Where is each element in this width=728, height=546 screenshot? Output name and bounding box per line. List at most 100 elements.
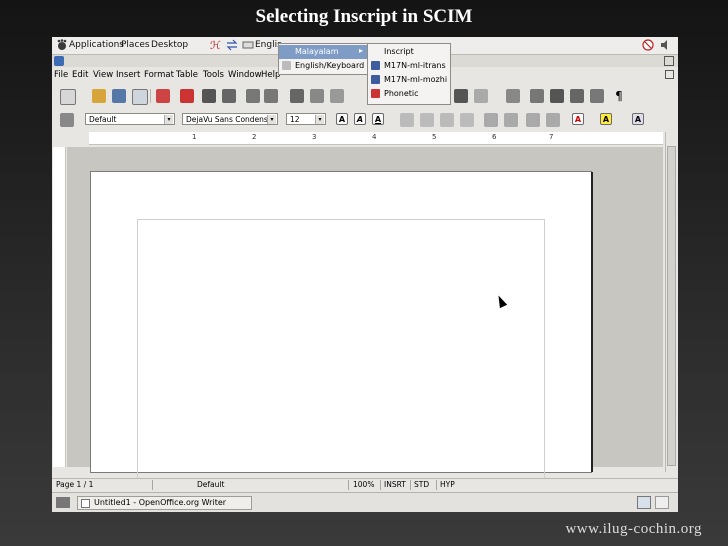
menu-insert[interactable]: Insert xyxy=(116,70,140,80)
document-page[interactable] xyxy=(91,172,591,480)
menu-file[interactable]: File xyxy=(54,70,68,80)
ruler-mark: 3 xyxy=(312,133,317,141)
standard-toolbar: ¶ xyxy=(52,85,678,107)
desktop-menu[interactable]: Desktop xyxy=(151,40,188,50)
copy-icon[interactable] xyxy=(310,89,324,103)
menu-format[interactable]: Format xyxy=(144,70,174,80)
taskbar-window-button[interactable]: Untitled1 - OpenOffice.org Writer xyxy=(77,496,252,510)
text-boundary xyxy=(137,219,545,480)
close-document-icon[interactable] xyxy=(665,70,674,79)
ruler-mark: 4 xyxy=(372,133,377,141)
autospellcheck-icon[interactable] xyxy=(264,89,278,103)
decrease-indent-icon[interactable] xyxy=(526,113,540,127)
insert-mode[interactable]: INSRT xyxy=(384,480,406,489)
spellcheck-icon[interactable] xyxy=(246,89,260,103)
network-icon[interactable] xyxy=(642,39,654,51)
show-desktop-icon[interactable] xyxy=(56,497,70,508)
print-preview-icon[interactable] xyxy=(222,89,236,103)
menu-item-inscript[interactable]: Inscript xyxy=(368,45,450,59)
new-document-icon[interactable] xyxy=(60,89,76,105)
gallery-icon[interactable] xyxy=(570,89,584,103)
slide-title: Selecting Inscript in SCIM xyxy=(255,6,473,27)
svg-text:ℋ: ℋ xyxy=(210,39,221,51)
selection-mode[interactable]: STD xyxy=(414,480,429,489)
draw-icon[interactable] xyxy=(506,89,520,103)
font-name-select[interactable]: DejaVu Sans Condense ▾ xyxy=(182,113,278,125)
background-color-button[interactable]: A xyxy=(632,113,644,125)
keyboard-icon[interactable] xyxy=(242,39,254,51)
paste-icon[interactable] xyxy=(330,89,344,103)
styles-icon[interactable] xyxy=(60,113,74,127)
edit-file-icon[interactable] xyxy=(156,89,170,103)
ruler-mark: 5 xyxy=(432,133,437,141)
gnome-foot-icon[interactable] xyxy=(56,39,68,51)
scrollbar-thumb[interactable] xyxy=(667,146,676,466)
chevron-right-icon: ▸ xyxy=(359,46,364,55)
cut-icon[interactable] xyxy=(290,89,304,103)
close-window-icon[interactable] xyxy=(664,56,674,66)
navigator-icon[interactable] xyxy=(454,89,468,103)
bottom-panel: Untitled1 - OpenOffice.org Writer xyxy=(52,492,678,512)
menu-edit[interactable]: Edit xyxy=(72,70,88,80)
pilcrow-icon[interactable]: ¶ xyxy=(612,89,626,103)
numbering-icon[interactable] xyxy=(484,113,498,127)
export-pdf-icon[interactable] xyxy=(180,89,194,103)
open-folder-icon[interactable] xyxy=(92,89,106,103)
table-icon[interactable] xyxy=(474,89,488,103)
zoom-level[interactable]: 100% xyxy=(353,480,374,489)
menu-item-english-keyboard[interactable]: English/Keyboard xyxy=(279,59,368,73)
menu-window[interactable]: Window xyxy=(228,70,262,80)
menu-tools[interactable]: Tools xyxy=(203,70,224,80)
ruler-mark: 6 xyxy=(492,133,497,141)
menu-item-m17n-itrans[interactable]: M17N-ml-itrans xyxy=(368,59,450,73)
italic-button[interactable]: A xyxy=(354,113,366,125)
horizontal-ruler: 1 2 3 4 5 6 7 xyxy=(89,132,663,145)
toolbar-separator xyxy=(150,89,151,103)
page-style[interactable]: Default xyxy=(197,480,224,489)
formatting-toolbar: Default ▾ DejaVu Sans Condense ▾ 12 ▾ A A A… xyxy=(52,109,678,131)
increase-indent-icon[interactable] xyxy=(546,113,560,127)
align-left-icon[interactable] xyxy=(400,113,414,127)
scim-icon[interactable]: ℋ xyxy=(210,39,222,52)
footer-url: www.ilug-cochin.org xyxy=(565,521,702,537)
font-color-button[interactable]: A xyxy=(572,113,584,125)
find-icon[interactable] xyxy=(530,89,544,103)
bold-button[interactable]: A xyxy=(336,113,348,125)
document-area[interactable] xyxy=(67,147,663,480)
menu-item-m17n-mozhi[interactable]: M17N-ml-mozhi xyxy=(368,73,450,87)
vertical-scrollbar[interactable] xyxy=(665,132,677,472)
print-icon[interactable] xyxy=(202,89,216,103)
vertical-ruler xyxy=(53,147,66,467)
scim-submenu: Inscript M17N-ml-itrans M17N-ml-mozhi Ph… xyxy=(367,43,451,105)
chevron-down-icon: ▾ xyxy=(164,115,173,124)
menu-item-label: Inscript xyxy=(384,47,414,56)
navigator2-icon[interactable] xyxy=(550,89,564,103)
workspace-switcher[interactable] xyxy=(637,496,651,509)
email-icon[interactable] xyxy=(132,89,148,105)
justify-icon[interactable] xyxy=(460,113,474,127)
menu-view[interactable]: View xyxy=(93,70,113,80)
workspace-switcher[interactable] xyxy=(655,496,669,509)
hyperlink-mode[interactable]: HYP xyxy=(440,480,455,489)
swap-icon[interactable] xyxy=(226,39,238,51)
paragraph-style-select[interactable]: Default ▾ xyxy=(85,113,175,125)
underline-button[interactable]: A xyxy=(372,113,384,125)
datasources-icon[interactable] xyxy=(590,89,604,103)
applications-menu[interactable]: Applications xyxy=(69,40,124,50)
speaker-icon[interactable] xyxy=(659,39,671,51)
bullets-icon[interactable] xyxy=(504,113,518,127)
font-size-select[interactable]: 12 ▾ xyxy=(286,113,326,125)
menu-item-malayalam[interactable]: Malayalam ▸ xyxy=(279,45,368,59)
screenshot: Applications Places Desktop ℋ Englis Fil… xyxy=(52,37,678,512)
save-icon[interactable] xyxy=(112,89,126,103)
font-value: DejaVu Sans Condense xyxy=(186,115,273,124)
m17n-icon xyxy=(371,61,380,70)
places-menu[interactable]: Places xyxy=(121,40,150,50)
style-value: Default xyxy=(89,115,117,124)
align-center-icon[interactable] xyxy=(420,113,434,127)
highlight-button[interactable]: A xyxy=(600,113,612,125)
chevron-down-icon: ▾ xyxy=(267,115,276,124)
align-right-icon[interactable] xyxy=(440,113,454,127)
menu-item-phonetic[interactable]: Phonetic xyxy=(368,87,450,101)
menu-table[interactable]: Table xyxy=(176,70,198,80)
